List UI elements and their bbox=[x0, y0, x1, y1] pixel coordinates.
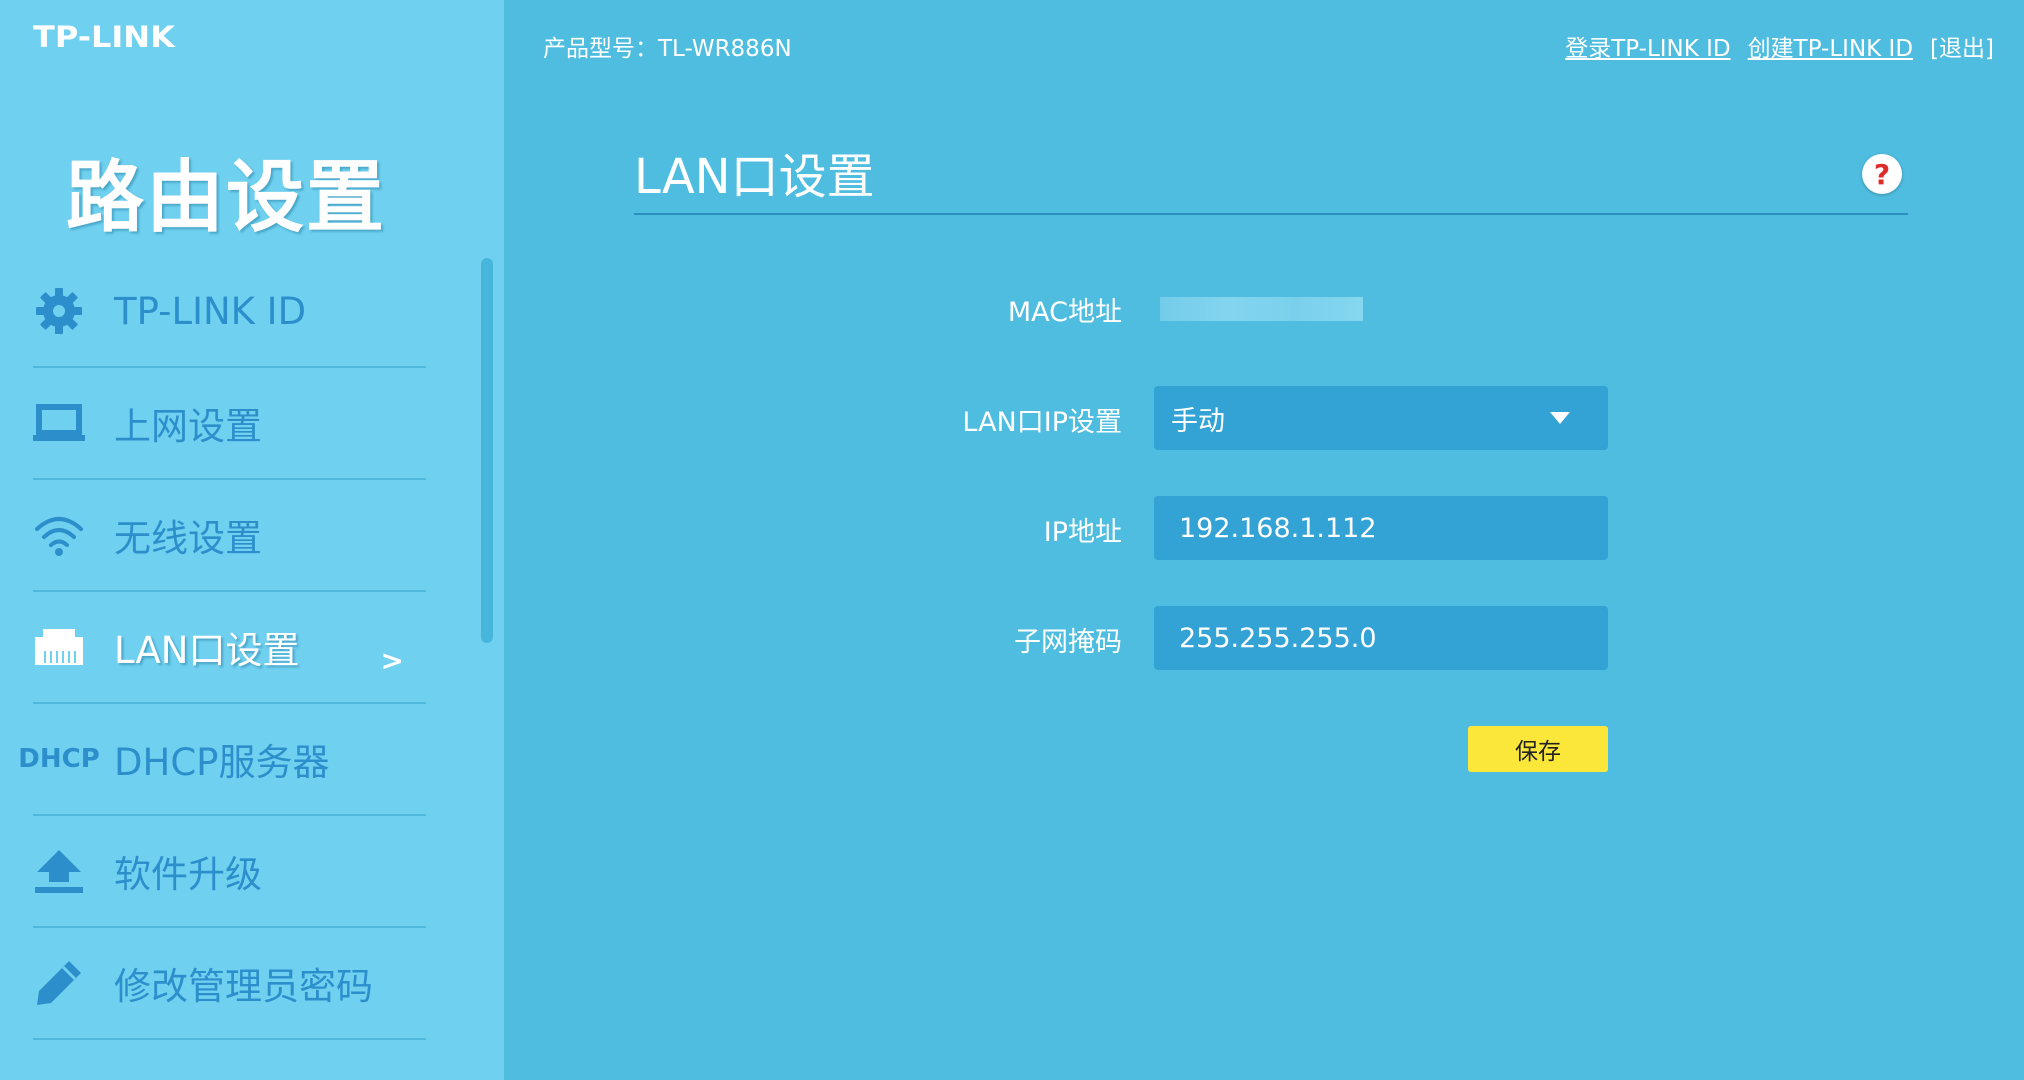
ip-address-label: IP地址 bbox=[1043, 517, 1122, 548]
page-title: LAN口设置 bbox=[634, 149, 875, 205]
mac-address-value-redacted bbox=[1160, 297, 1363, 321]
gear-icon bbox=[33, 285, 85, 337]
sidebar-item-lan-settings[interactable]: LAN口设置 > bbox=[33, 592, 426, 704]
sidebar-title: 路由设置 bbox=[66, 153, 387, 243]
create-tp-link-id-link[interactable]: 创建TP-LINK ID bbox=[1748, 29, 1913, 63]
ip-address-value: 192.168.1.112 bbox=[1179, 512, 1377, 544]
ip-address-input[interactable]: 192.168.1.112 bbox=[1154, 496, 1608, 560]
subnet-mask-input[interactable]: 255.255.255.0 bbox=[1154, 606, 1608, 670]
sidebar-item-change-admin-password[interactable]: 修改管理员密码 bbox=[33, 928, 426, 1040]
chevron-right-icon: > bbox=[380, 644, 404, 677]
logout-link[interactable]: [退出] bbox=[1930, 29, 1994, 63]
sidebar-item-label: 无线设置 bbox=[114, 517, 262, 560]
dropdown-caret-icon bbox=[1550, 412, 1570, 424]
sidebar: TP-LINK 路由设置 TP-LINK ID 上网设置 无线设置 LAN口设置… bbox=[0, 0, 504, 1080]
sidebar-item-label: 软件升级 bbox=[114, 853, 262, 896]
lan-ip-mode-select[interactable]: 手动 bbox=[1154, 386, 1608, 450]
subnet-mask-value: 255.255.255.0 bbox=[1179, 622, 1377, 654]
save-button[interactable]: 保存 bbox=[1468, 726, 1608, 772]
tp-link-logo: TP-LINK bbox=[33, 19, 175, 55]
sidebar-item-wireless-settings[interactable]: 无线设置 bbox=[33, 480, 426, 592]
sidebar-item-label: TP-LINK ID bbox=[114, 289, 307, 333]
title-divider bbox=[634, 213, 1908, 215]
mac-address-label: MAC地址 bbox=[1007, 297, 1122, 328]
wifi-icon bbox=[33, 509, 85, 561]
sidebar-item-label: 上网设置 bbox=[114, 405, 262, 448]
account-links: 登录TP-LINK ID 创建TP-LINK ID [退出] bbox=[1565, 29, 1994, 63]
dhcp-icon-bottom: CP bbox=[61, 744, 100, 774]
sidebar-item-firmware-upgrade[interactable]: 软件升级 bbox=[33, 816, 426, 928]
upload-icon bbox=[33, 845, 85, 897]
sidebar-item-tp-link-id[interactable]: TP-LINK ID bbox=[33, 256, 426, 368]
sidebar-item-label: LAN口设置 bbox=[114, 629, 300, 672]
login-tp-link-id-link[interactable]: 登录TP-LINK ID bbox=[1565, 29, 1730, 63]
sidebar-menu: TP-LINK ID 上网设置 无线设置 LAN口设置 > DH CP DHCP… bbox=[18, 256, 426, 1040]
sidebar-item-label: 修改管理员密码 bbox=[114, 965, 373, 1008]
dhcp-icon: DH CP bbox=[18, 733, 99, 785]
pencil-icon bbox=[33, 957, 85, 1009]
sidebar-item-internet-settings[interactable]: 上网设置 bbox=[33, 368, 426, 480]
subnet-mask-label: 子网掩码 bbox=[1014, 627, 1122, 658]
lan-ip-mode-label: LAN口IP设置 bbox=[962, 407, 1122, 438]
help-icon[interactable]: ? bbox=[1862, 154, 1902, 194]
dhcp-icon-top: DH bbox=[18, 744, 62, 774]
sidebar-item-label: DHCP服务器 bbox=[114, 741, 330, 784]
ethernet-port-icon bbox=[33, 621, 85, 673]
sidebar-scrollbar[interactable] bbox=[481, 258, 493, 643]
lan-ip-mode-value: 手动 bbox=[1171, 405, 1225, 437]
laptop-icon bbox=[33, 397, 85, 449]
product-model: 产品型号：TL-WR886N bbox=[543, 36, 792, 62]
sidebar-item-dhcp-server[interactable]: DH CP DHCP服务器 bbox=[18, 704, 426, 816]
